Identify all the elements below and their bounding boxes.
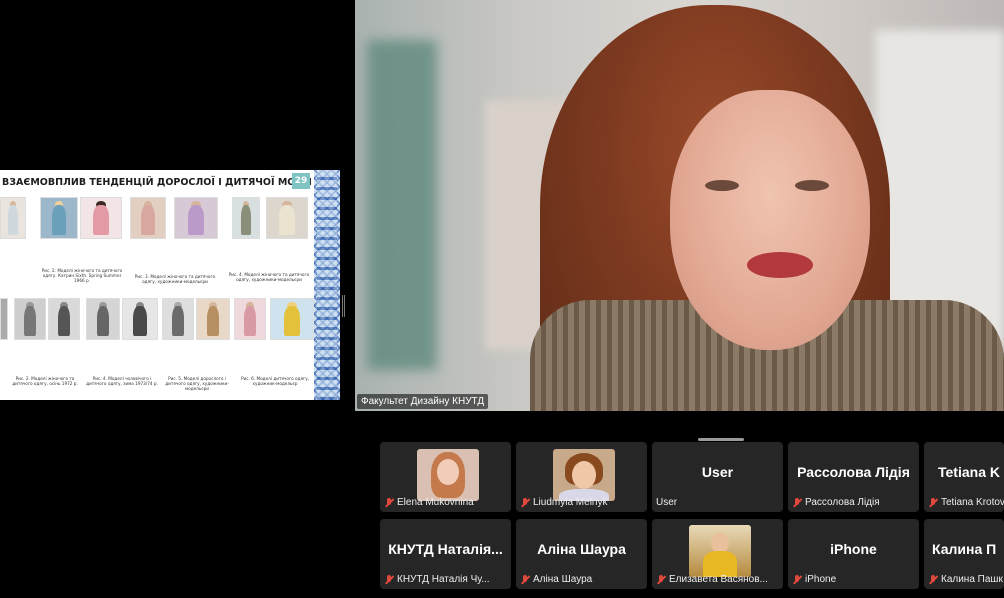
fashion-photo [14, 298, 46, 340]
participant-name: User [656, 497, 678, 508]
participant-tile[interactable]: Рассолова Лідія Рассолова Лідія [788, 442, 919, 512]
participant-tile[interactable]: Елизавета Васянов... [652, 519, 783, 589]
participant-tile[interactable]: Калина П Калина Пашк [924, 519, 1004, 589]
mic-muted-icon [656, 574, 666, 585]
participant-display-name: Tetiana K [938, 464, 1000, 480]
participant-name: Елизавета Васянов... [669, 574, 768, 585]
fashion-photo [234, 298, 266, 340]
speaker-eye [705, 180, 739, 191]
participant-avatar [417, 449, 479, 501]
slide-caption: Рис. 2. Моделі жіночого та дитячого одяг… [12, 376, 78, 386]
participant-tile[interactable]: Elena Mukovnina [380, 442, 511, 512]
participant-display-name: Калина П [932, 541, 997, 557]
slide-caption: Рис. 5. Моделі дорослого і дитячого одяг… [165, 376, 229, 391]
participant-tile[interactable]: Tetiana K Tetiana Krotov [924, 442, 1004, 512]
participant-name: Аліна Шаура [533, 574, 593, 585]
fashion-photo [270, 298, 314, 340]
speaker-mouth [747, 252, 813, 278]
participant-tile[interactable]: Аліна Шаура Аліна Шаура [516, 519, 647, 589]
mic-muted-icon [384, 497, 394, 508]
participant-name: Рассолова Лідія [805, 497, 880, 508]
slide-caption: Рис. 4. Моделі жіночого та дитячого одяг… [228, 272, 310, 282]
fashion-photo [0, 298, 8, 340]
mic-muted-icon [792, 574, 802, 585]
participant-name: Liudmyla Melnyk [533, 497, 608, 508]
fashion-photo [86, 298, 120, 340]
fashion-photo [48, 298, 80, 340]
participant-avatar [553, 449, 615, 501]
participant-display-name: iPhone [830, 541, 877, 557]
slide-title: ВЗАЄМОВПЛИВ ТЕНДЕНЦІЙ ДОРОСЛОЇ І ДИТЯЧОЇ… [2, 177, 312, 188]
participant-display-name: Аліна Шаура [537, 541, 626, 557]
participant-tile[interactable]: User User [652, 442, 783, 512]
speaker-name-tag: Факультет Дизайну КНУТД [357, 394, 489, 409]
fashion-photo [266, 197, 308, 239]
fashion-photo [196, 298, 230, 340]
participant-name: iPhone [805, 574, 837, 585]
participant-display-name: Рассолова Лідія [797, 464, 910, 480]
gallery-drag-handle[interactable] [698, 438, 744, 441]
fashion-photo [130, 197, 166, 239]
fashion-photo [0, 197, 26, 239]
participant-tile[interactable]: КНУТД Наталія... КНУТД Наталія Чу... [380, 519, 511, 589]
fashion-photo [40, 197, 78, 239]
fashion-photo [80, 197, 122, 239]
slide-caption: Рис. 6. Моделі дитячого одягу, художник-… [240, 376, 310, 386]
background-plant [367, 40, 437, 370]
fashion-photo [122, 298, 158, 340]
slide-caption: Рис. 2. Моделі жіночого та дитячого одяг… [41, 268, 123, 283]
participant-name: Калина Пашк [941, 574, 1003, 585]
participant-name: КНУТД Наталія Чу... [397, 574, 490, 585]
speaker-eye [795, 180, 829, 191]
participant-tile[interactable]: Liudmyla Melnyk [516, 442, 647, 512]
participant-name: Elena Mukovnina [397, 497, 474, 508]
shared-slide: ВЗАЄМОВПЛИВ ТЕНДЕНЦІЙ ДОРОСЛОЇ І ДИТЯЧОЇ… [0, 170, 340, 400]
mic-muted-icon [928, 497, 938, 508]
fashion-photo [232, 197, 260, 239]
participant-display-name: КНУТД Наталія... [388, 541, 503, 557]
speaker-video[interactable]: Факультет Дизайну КНУТД [355, 0, 1004, 411]
fashion-photo [162, 298, 194, 340]
fashion-photo [174, 197, 218, 239]
panel-resize-handle[interactable] [342, 295, 345, 317]
slide-ornament [314, 170, 340, 400]
participant-avatar [689, 525, 751, 577]
speaker-face [670, 90, 870, 350]
mic-muted-icon [792, 497, 802, 508]
participant-tile[interactable]: iPhone iPhone [788, 519, 919, 589]
slide-caption: Рис. 3. Моделі жіночого та дитячого одяг… [134, 274, 216, 284]
mic-muted-icon [384, 574, 394, 585]
slide-caption: Рис. 4. Моделі чоловічого і дитячого одя… [86, 376, 158, 386]
participant-name: Tetiana Krotov [941, 497, 1004, 508]
participant-display-name: User [701, 464, 734, 480]
mic-muted-icon [520, 574, 530, 585]
slide-page-number: 29 [292, 173, 310, 189]
mic-muted-icon [928, 574, 938, 585]
mic-muted-icon [520, 497, 530, 508]
